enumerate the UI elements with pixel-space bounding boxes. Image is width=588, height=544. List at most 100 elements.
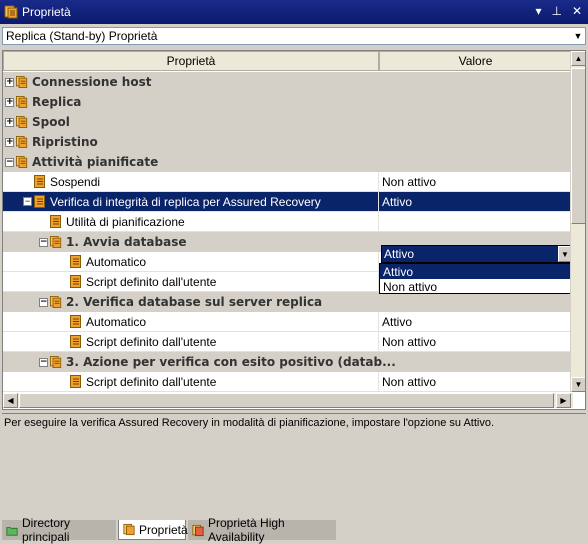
folder-icon [6, 526, 18, 536]
vertical-scrollbar[interactable]: ▲ ▼ [570, 51, 585, 392]
expand-icon[interactable]: + [5, 137, 14, 147]
description-panel: Per eseguire la verifica Assured Recover… [2, 413, 586, 515]
tab-proprieta[interactable]: Proprietà [118, 520, 188, 540]
property-name-cell[interactable]: Sospendi [3, 172, 379, 192]
category-row[interactable]: − 3. Azione per verifica con esito positi… [3, 352, 573, 372]
expand-icon[interactable]: + [5, 97, 14, 107]
property-value-cell[interactable]: Attivo [379, 312, 573, 332]
window-title: Proprietà [22, 5, 71, 19]
category-row[interactable]: + Connessione host [3, 72, 573, 92]
object-selector-value: Replica (Stand-by) Proprietà [6, 29, 158, 43]
category-row[interactable]: + Replica [3, 92, 573, 112]
category-icon [50, 355, 62, 369]
dropdown-option[interactable]: Non attivo [380, 279, 573, 294]
property-row[interactable]: Automatico Attivo [3, 312, 573, 332]
property-name-cell[interactable]: Script definito dall'utente [3, 272, 379, 292]
property-name-cell[interactable]: Script definito dall'utente [3, 332, 379, 352]
property-name-cell[interactable]: − 1. Avvia database [3, 232, 379, 252]
scroll-up-icon[interactable]: ▲ [571, 51, 585, 66]
scroll-right-icon[interactable]: ▶ [556, 393, 571, 408]
collapse-icon[interactable]: − [39, 357, 48, 367]
property-row[interactable]: − Verifica di integrità di replica per As… [3, 192, 573, 212]
pin-icon[interactable]: ⊥ [551, 4, 561, 18]
category-icon [16, 75, 28, 89]
category-row[interactable]: − Attività pianificate [3, 152, 573, 172]
property-icon [70, 275, 82, 288]
expand-icon[interactable]: + [5, 77, 14, 87]
category-row[interactable]: + Spool [3, 112, 573, 132]
category-icon [50, 235, 62, 249]
property-label: Verifica di integrità di replica per Ass… [50, 194, 321, 209]
collapse-icon[interactable]: − [39, 237, 48, 247]
property-label: 1. Avvia database [66, 235, 187, 249]
properties-window: Proprietà ▾ ⊥ ✕ Replica (Stand-by) Propr… [0, 0, 588, 544]
property-row[interactable]: Utilità di pianificazione [3, 212, 573, 232]
value-dropdown-list: Attivo Non attivo [379, 263, 574, 294]
category-icon [16, 135, 28, 149]
collapse-icon[interactable]: − [39, 297, 48, 307]
property-row[interactable]: Script definito dall'utente Non attivo [3, 372, 573, 392]
value-dropdown-editor[interactable]: Attivo ▼ [381, 245, 573, 263]
property-name-cell[interactable]: Utilità di pianificazione [3, 212, 379, 232]
property-name-cell[interactable]: − 3. Azione per verifica con esito positi… [3, 352, 396, 372]
property-value: Non attivo [382, 374, 437, 389]
property-name-cell[interactable]: + Replica [3, 92, 379, 112]
grid-header: Proprietà Valore [3, 51, 572, 71]
expand-icon[interactable]: + [5, 117, 14, 127]
ha-properties-icon [192, 524, 204, 536]
close-icon[interactable]: ✕ [572, 4, 582, 18]
property-name-cell[interactable]: − 2. Verifica database sul server replica [3, 292, 379, 312]
property-name-cell[interactable]: Script definito dall'utente [3, 372, 379, 392]
collapse-icon[interactable]: − [5, 157, 14, 167]
property-value-cell[interactable]: Non attivo [379, 372, 573, 392]
description-text: Per eseguire la verifica Assured Recover… [4, 417, 495, 429]
tab-label: Proprietà High Availability [208, 516, 285, 544]
property-value-cell[interactable]: Attivo [379, 192, 573, 212]
vertical-scroll-thumb[interactable] [571, 68, 585, 224]
property-icon [70, 335, 82, 348]
properties-icon [4, 5, 18, 19]
property-label: Automatico [86, 314, 147, 329]
category-row[interactable]: − 2. Verifica database sul server replica [3, 292, 573, 312]
property-label: Script definito dall'utente [86, 274, 217, 289]
property-label: Attività pianificate [32, 155, 159, 169]
chevron-down-icon[interactable]: ▼ [571, 28, 585, 44]
column-header-value[interactable]: Valore [379, 51, 572, 71]
tab-directory-principali[interactable]: Directory principali [2, 516, 116, 544]
category-icon [16, 155, 28, 169]
tab-proprieta-high-availability[interactable]: Proprietà High Availability [188, 516, 336, 544]
menu-dropdown-icon[interactable]: ▾ [535, 4, 541, 18]
property-name-cell[interactable]: + Ripristino [3, 132, 379, 152]
property-value-cell[interactable]: Non attivo [379, 332, 573, 352]
horizontal-scrollbar[interactable]: ◀ ▶ [3, 393, 573, 408]
column-header-property[interactable]: Proprietà [3, 51, 379, 71]
scroll-down-icon[interactable]: ▼ [571, 377, 585, 392]
horizontal-scroll-thumb[interactable] [19, 393, 554, 408]
property-name-cell[interactable]: − Verifica di integrità di replica per As… [3, 192, 379, 212]
category-icon [16, 115, 28, 129]
tab-label: Directory principali [22, 516, 71, 544]
property-name-cell[interactable]: + Spool [3, 112, 379, 132]
category-row[interactable]: + Ripristino [3, 132, 573, 152]
property-name-cell[interactable]: Automatico [3, 312, 379, 332]
scroll-left-icon[interactable]: ◀ [3, 393, 18, 408]
bottom-tab-strip: Directory principali Proprietà Proprietà… [0, 516, 588, 544]
property-row[interactable]: Script definito dall'utente Non attivo [3, 332, 573, 352]
property-value: Attivo [382, 194, 413, 209]
property-icon [70, 255, 82, 268]
object-selector-combo[interactable]: Replica (Stand-by) Proprietà ▼ [2, 27, 586, 45]
dropdown-option[interactable]: Attivo [380, 264, 573, 279]
property-label: Connessione host [32, 75, 152, 89]
property-label: Script definito dall'utente [86, 374, 217, 389]
property-value-cell[interactable]: Non attivo [379, 172, 573, 192]
property-name-cell[interactable]: + Connessione host [3, 72, 379, 92]
property-value-cell[interactable] [379, 212, 573, 232]
collapse-icon[interactable]: − [23, 197, 32, 206]
property-name-cell[interactable]: − Attività pianificate [3, 152, 379, 172]
property-name-cell[interactable]: Automatico [3, 252, 379, 272]
title-bar: Proprietà ▾ ⊥ ✕ [0, 0, 588, 24]
property-icon [34, 195, 46, 208]
properties-icon [123, 523, 135, 536]
property-label: Script definito dall'utente [86, 334, 217, 349]
property-row[interactable]: Sospendi Non attivo [3, 172, 573, 192]
